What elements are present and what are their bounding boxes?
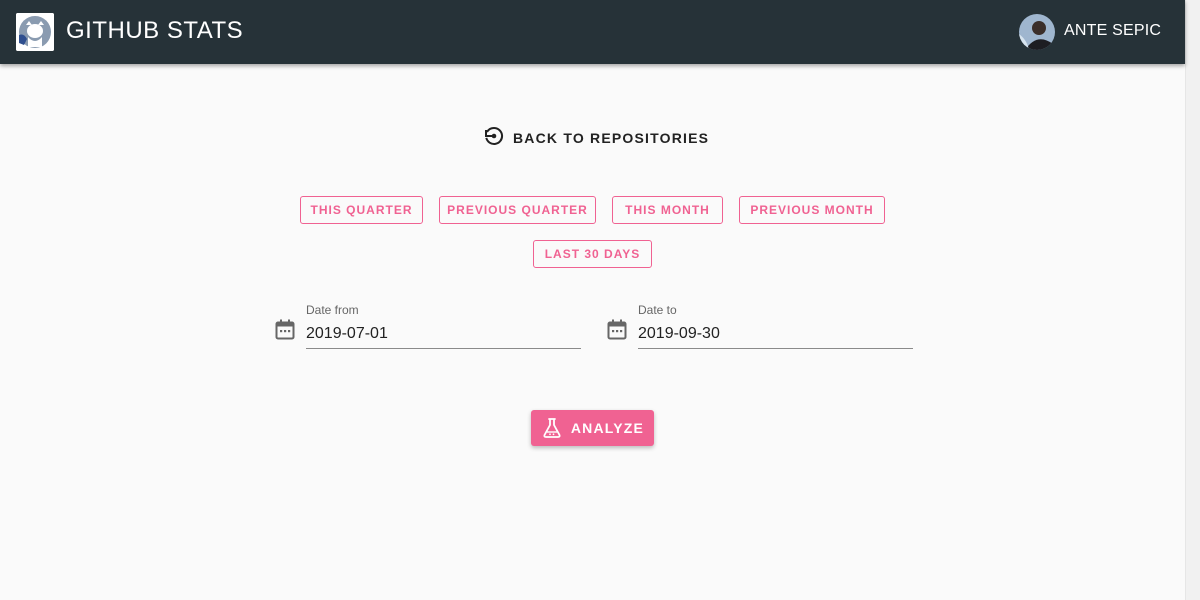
user-avatar[interactable]	[1019, 14, 1055, 50]
calendar-icon[interactable]	[275, 319, 295, 346]
last-30-days-button[interactable]: LAST 30 DAYS	[533, 240, 652, 268]
back-link-label: BACK TO REPOSITORIES	[513, 130, 710, 146]
previous-quarter-button[interactable]: PREVIOUS QUARTER	[439, 196, 596, 224]
top-app-bar: GITHUB STATS ANTE SEPIC	[0, 0, 1185, 64]
user-name[interactable]: ANTE SEPIC	[1064, 22, 1161, 40]
app-title: GITHUB STATS	[66, 17, 244, 44]
analyze-label: ANALYZE	[570, 420, 645, 436]
page-scrollbar[interactable]	[1185, 0, 1200, 600]
this-quarter-button[interactable]: THIS QUARTER	[300, 196, 423, 224]
this-month-button[interactable]: THIS MONTH	[612, 196, 723, 224]
date-from-label: Date from	[306, 303, 359, 317]
date-to-input[interactable]	[638, 319, 913, 349]
back-to-repositories-link[interactable]: BACK TO REPOSITORIES	[482, 126, 709, 150]
previous-month-button[interactable]: PREVIOUS MONTH	[739, 196, 885, 224]
date-to-label: Date to	[638, 303, 677, 317]
calendar-icon[interactable]	[607, 319, 627, 346]
flask-icon	[543, 418, 561, 438]
date-from-input[interactable]	[306, 319, 581, 349]
github-logo-icon[interactable]	[16, 13, 54, 51]
date-from-field: Date from	[275, 300, 585, 350]
history-back-icon	[482, 124, 506, 153]
date-to-field: Date to	[607, 300, 917, 350]
analyze-button[interactable]: ANALYZE	[531, 410, 654, 446]
